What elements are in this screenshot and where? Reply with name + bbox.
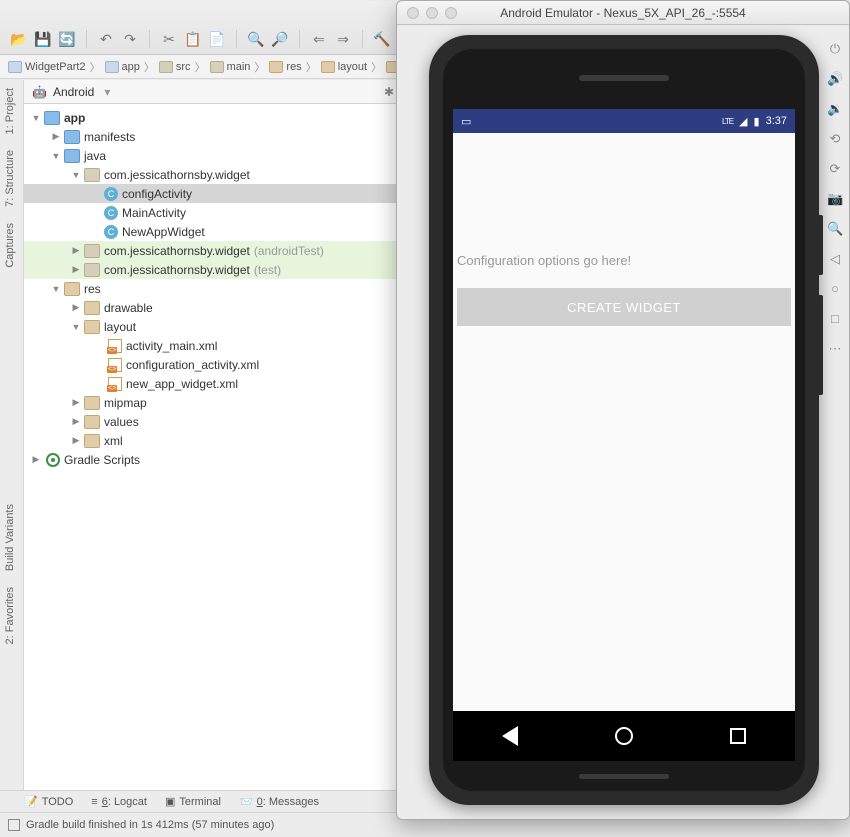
gutter-favorites[interactable]: 2: Favorites bbox=[0, 579, 20, 652]
find-icon[interactable]: 🔍 bbox=[247, 30, 265, 48]
open-icon[interactable]: 📂 bbox=[10, 30, 28, 48]
emu-overview-icon[interactable]: □ bbox=[827, 311, 843, 327]
android-navbar bbox=[453, 711, 795, 761]
status-terminal[interactable]: ▣ Terminal bbox=[165, 795, 221, 808]
tree-drawable[interactable]: ▶drawable bbox=[24, 298, 401, 317]
emu-zoom-icon[interactable] bbox=[445, 7, 457, 19]
emu-volume-up-icon[interactable]: 🔊 bbox=[827, 71, 843, 87]
forward-icon[interactable]: ⇒ bbox=[334, 30, 352, 48]
tree-xml-new-app-widget[interactable]: new_app_widget.xml bbox=[24, 374, 401, 393]
redo-icon[interactable]: ↷ bbox=[121, 30, 139, 48]
tree-java[interactable]: ▼java bbox=[24, 146, 401, 165]
build-icon[interactable]: 🔨 bbox=[373, 30, 391, 48]
emu-zoom-icon[interactable]: 🔍 bbox=[827, 221, 843, 237]
device-screen[interactable]: ▭ LTE ◢ ▮ 3:37 Configuration options go … bbox=[453, 109, 795, 711]
nav-back-icon[interactable] bbox=[502, 726, 518, 746]
gutter-structure[interactable]: 7: Structure bbox=[0, 142, 20, 215]
emu-home-icon[interactable]: ○ bbox=[827, 281, 843, 297]
back-icon[interactable]: ⇐ bbox=[310, 30, 328, 48]
nav-home-icon[interactable] bbox=[615, 727, 633, 745]
gutter-build[interactable]: Build Variants bbox=[0, 496, 20, 579]
config-text: Configuration options go here! bbox=[453, 133, 795, 280]
tree-pkg-main[interactable]: ▼com.jessicathornsby.widget bbox=[24, 165, 401, 184]
tree-res[interactable]: ▼res bbox=[24, 279, 401, 298]
status-message: Gradle build finished in 1s 412ms (57 mi… bbox=[26, 819, 274, 831]
signal-icon: ◢ bbox=[739, 115, 747, 128]
tree-manifests[interactable]: ▶manifests bbox=[24, 127, 401, 146]
emu-back-icon[interactable]: ◁ bbox=[827, 251, 843, 267]
emulator-titlebar[interactable]: Android Emulator - Nexus_5X_API_26_-:555… bbox=[397, 1, 849, 25]
project-tree: ▼app ▶manifests ▼java ▼com.jessicathorns… bbox=[24, 104, 402, 790]
save-icon[interactable]: 💾 bbox=[34, 30, 52, 48]
tree-xml-folder[interactable]: ▶xml bbox=[24, 431, 401, 450]
status-logcat[interactable]: ≡ 6: Logcat bbox=[91, 796, 147, 808]
android-status-bar: ▭ LTE ◢ ▮ 3:37 bbox=[453, 109, 795, 133]
nav-recent-icon[interactable] bbox=[730, 728, 746, 744]
crumb-src[interactable]: src bbox=[159, 61, 191, 73]
replace-icon[interactable]: 🔎 bbox=[271, 30, 289, 48]
dropdown-icon[interactable]: ▾ bbox=[104, 85, 110, 99]
speaker-icon bbox=[579, 75, 669, 81]
tree-gradle[interactable]: ▶Gradle Scripts bbox=[24, 450, 401, 469]
undo-icon[interactable]: ↶ bbox=[97, 30, 115, 48]
create-widget-button[interactable]: CREATE WIDGET bbox=[457, 288, 791, 326]
project-panel-header: 🤖 Android ▾ ✱ bbox=[24, 80, 402, 104]
sim-icon: ▭ bbox=[461, 115, 471, 128]
copy-icon[interactable]: 📋 bbox=[184, 30, 202, 48]
crumb-layout[interactable]: layout bbox=[321, 61, 367, 73]
tree-pkg-test[interactable]: ▶com.jessicathornsby.widget(test) bbox=[24, 260, 401, 279]
crumb-res[interactable]: res bbox=[269, 61, 301, 73]
sync-icon[interactable]: 🔄 bbox=[58, 30, 76, 48]
tree-new-app-widget[interactable]: CNewAppWidget bbox=[24, 222, 401, 241]
tree-mipmap[interactable]: ▶mipmap bbox=[24, 393, 401, 412]
tree-config-activity[interactable]: CconfigActivity bbox=[24, 184, 401, 203]
emulator-window: Android Emulator - Nexus_5X_API_26_-:555… bbox=[396, 0, 850, 820]
crumb-app[interactable]: app bbox=[105, 61, 140, 73]
tree-xml-configuration[interactable]: configuration_activity.xml bbox=[24, 355, 401, 374]
tree-xml-activity-main[interactable]: activity_main.xml bbox=[24, 336, 401, 355]
left-gutter: 1: Project 7: Structure Captures Build V… bbox=[0, 80, 24, 790]
status-todo[interactable]: 📝 TODO bbox=[24, 795, 73, 808]
emu-close-icon[interactable] bbox=[407, 7, 419, 19]
emulator-title: Android Emulator - Nexus_5X_API_26_-:555… bbox=[500, 6, 745, 20]
view-mode[interactable]: Android bbox=[53, 85, 94, 99]
tree-main-activity[interactable]: CMainActivity bbox=[24, 203, 401, 222]
emu-volume-down-icon[interactable]: 🔉 bbox=[827, 101, 843, 117]
android-icon: 🤖 bbox=[32, 85, 47, 99]
emu-power-icon[interactable]: ⏻ bbox=[827, 41, 843, 57]
emu-minimize-icon[interactable] bbox=[426, 7, 438, 19]
emu-screenshot-icon[interactable]: 📷 bbox=[827, 191, 843, 207]
crumb-main[interactable]: main bbox=[210, 61, 251, 73]
battery-icon: ▮ bbox=[754, 115, 760, 128]
tree-pkg-androidtest[interactable]: ▶com.jessicathornsby.widget(androidTest) bbox=[24, 241, 401, 260]
settings-icon[interactable]: ✱ bbox=[384, 85, 394, 99]
tree-values[interactable]: ▶values bbox=[24, 412, 401, 431]
clock: 3:37 bbox=[766, 115, 787, 127]
emu-more-icon[interactable]: ⋯ bbox=[827, 341, 843, 357]
lte-label: LTE bbox=[722, 117, 733, 126]
paste-icon[interactable]: 📄 bbox=[208, 30, 226, 48]
home-indicator-icon bbox=[579, 774, 669, 779]
phone-frame: ▭ LTE ◢ ▮ 3:37 Configuration options go … bbox=[429, 35, 819, 805]
app-content: Configuration options go here! CREATE WI… bbox=[453, 133, 795, 711]
cut-icon[interactable]: ✂ bbox=[160, 30, 178, 48]
gutter-project[interactable]: 1: Project bbox=[0, 80, 20, 142]
status-indicator-icon bbox=[8, 819, 20, 831]
emulator-sidebar: ⏻ 🔊 🔉 ⟲ ⟳ 📷 🔍 ◁ ○ □ ⋯ bbox=[823, 31, 847, 357]
status-messages[interactable]: 📨 0: Messages bbox=[239, 795, 319, 808]
tree-app[interactable]: ▼app bbox=[24, 108, 401, 127]
emu-rotate-left-icon[interactable]: ⟲ bbox=[827, 131, 843, 147]
gutter-captures[interactable]: Captures bbox=[0, 215, 20, 276]
emu-rotate-right-icon[interactable]: ⟳ bbox=[827, 161, 843, 177]
crumb-root[interactable]: WidgetPart2 bbox=[8, 61, 86, 73]
tree-layout[interactable]: ▼layout bbox=[24, 317, 401, 336]
